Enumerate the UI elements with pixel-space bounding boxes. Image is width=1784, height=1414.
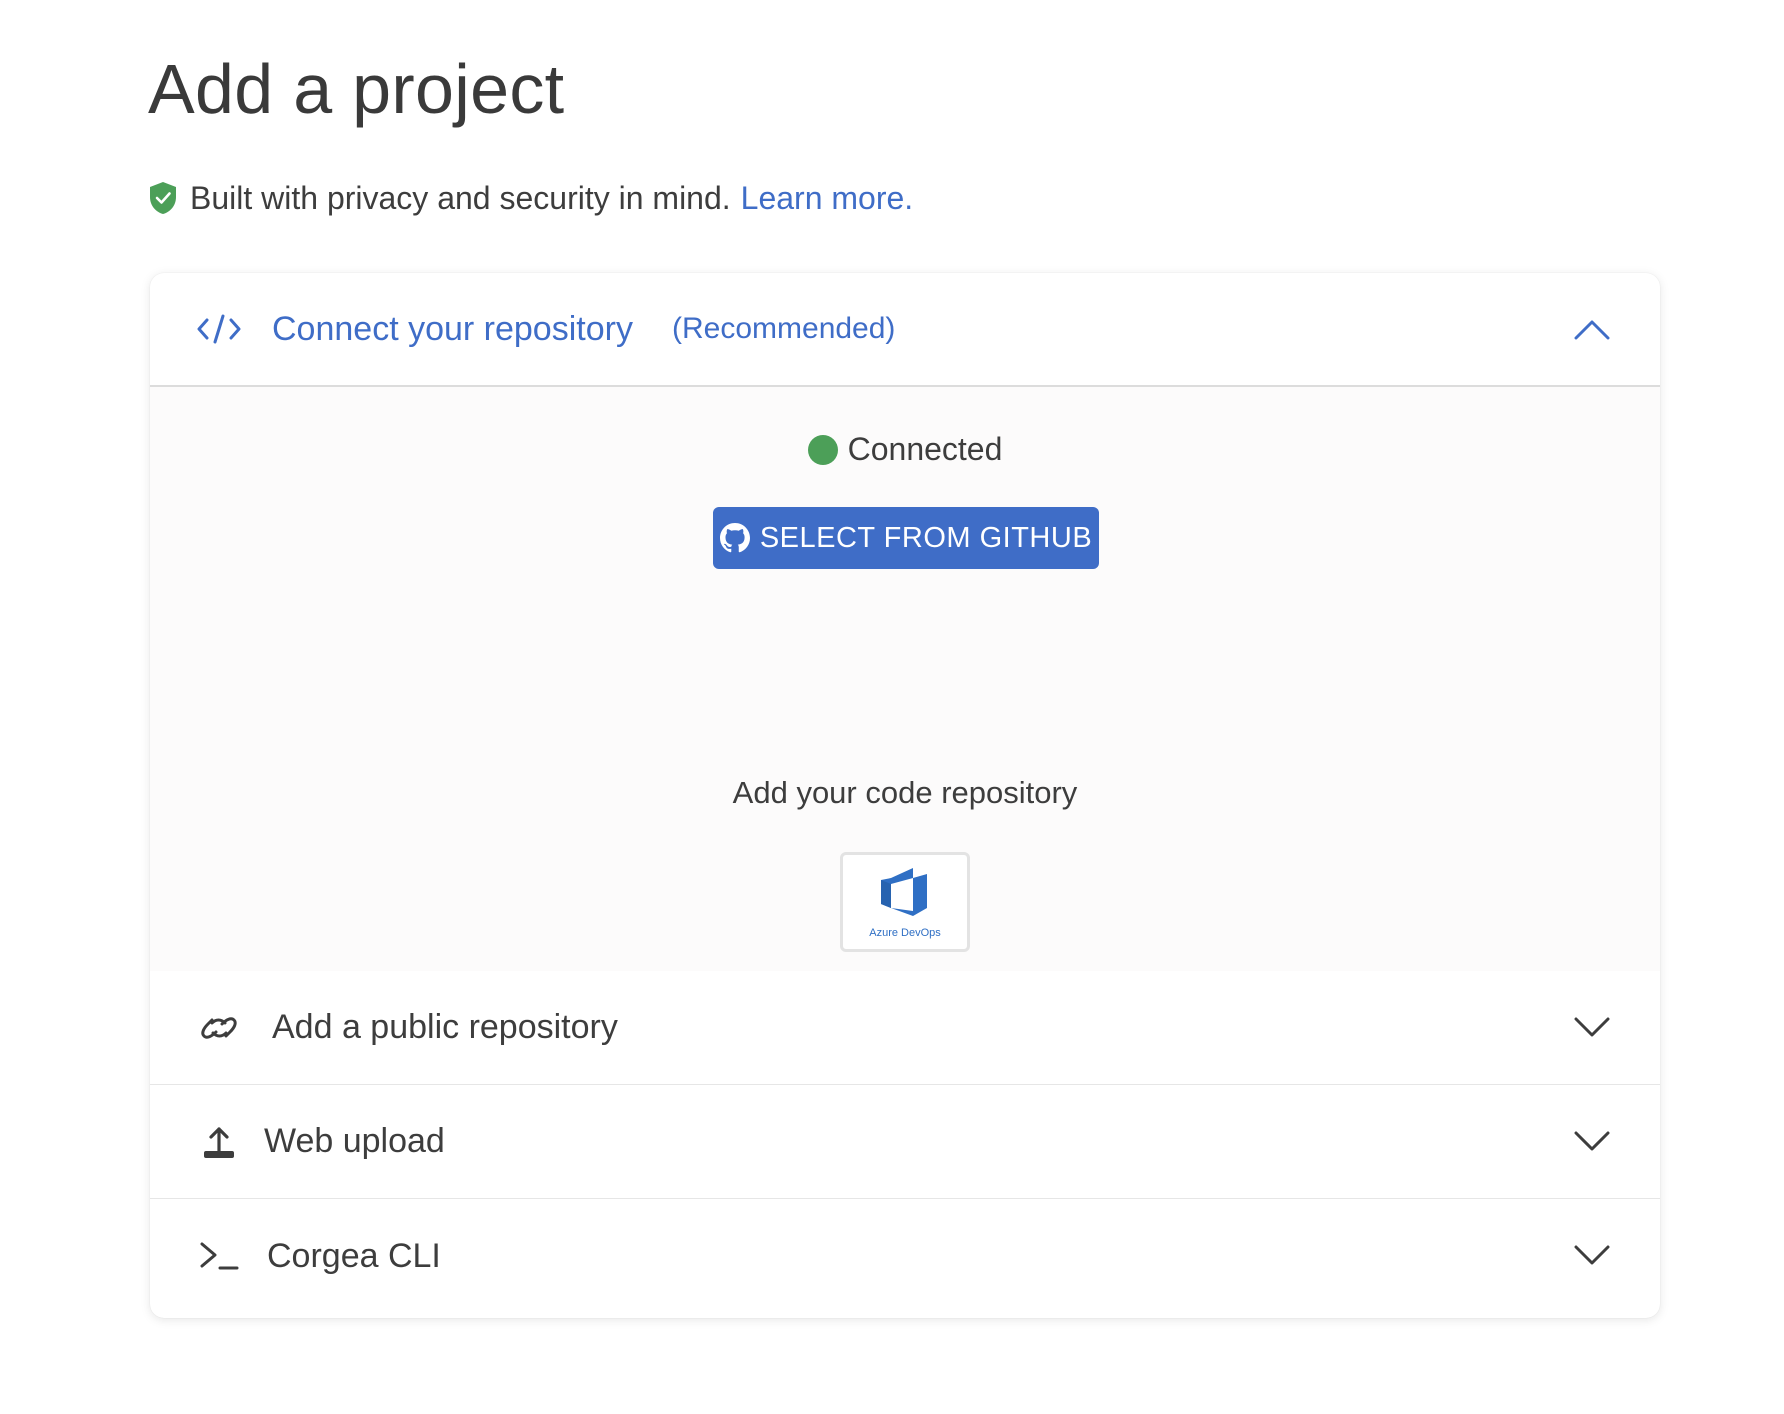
connect-repository-panel: Connected SELECT FROM GITHUB Add your co… <box>150 387 1660 971</box>
github-button-label: SELECT FROM GITHUB <box>759 521 1093 554</box>
status-dot <box>807 434 838 465</box>
azure-devops-icon <box>877 866 933 923</box>
privacy-note: Built with privacy and security in mind.… <box>148 176 913 220</box>
link-icon <box>196 1008 242 1048</box>
public-repository-header[interactable]: Add a public repository <box>150 971 1660 1085</box>
web-upload-header[interactable]: Web upload <box>150 1085 1660 1199</box>
learn-more-link[interactable]: Learn more. <box>741 176 914 220</box>
chevron-down-icon[interactable] <box>1574 1017 1610 1039</box>
public-repository-title: Add a public repository <box>272 1008 618 1046</box>
shield-check-icon <box>148 181 178 215</box>
connect-repository-header[interactable]: Connect your repository (Recommended) <box>150 273 1660 387</box>
azure-devops-label: Azure DevOps <box>869 926 941 939</box>
page-title: Add a project <box>148 50 565 128</box>
corgea-cli-title: Corgea CLI <box>267 1236 441 1275</box>
status-text: Connected <box>847 431 1003 467</box>
chevron-down-icon[interactable] <box>1574 1245 1610 1267</box>
privacy-text: Built with privacy and security in mind. <box>190 180 731 216</box>
corgea-cli-header[interactable]: Corgea CLI <box>150 1199 1660 1313</box>
code-icon <box>196 309 242 349</box>
azure-devops-tile[interactable]: Azure DevOps <box>840 852 970 952</box>
terminal-icon <box>196 1236 242 1276</box>
upload-icon <box>196 1122 242 1162</box>
add-code-repository-label: Add your code repository <box>732 775 1078 810</box>
chevron-down-icon[interactable] <box>1574 1131 1610 1153</box>
web-upload-title: Web upload <box>264 1122 445 1160</box>
select-from-github-button[interactable]: SELECT FROM GITHUB <box>713 507 1099 569</box>
project-options-card: Connect your repository (Recommended) Co… <box>150 273 1660 1318</box>
github-icon <box>719 523 750 553</box>
chevron-up-icon[interactable] <box>1574 318 1610 340</box>
recommended-badge: (Recommended) <box>672 312 896 345</box>
connect-repository-title: Connect your repository <box>272 309 633 348</box>
connection-status: Connected <box>150 431 1660 468</box>
